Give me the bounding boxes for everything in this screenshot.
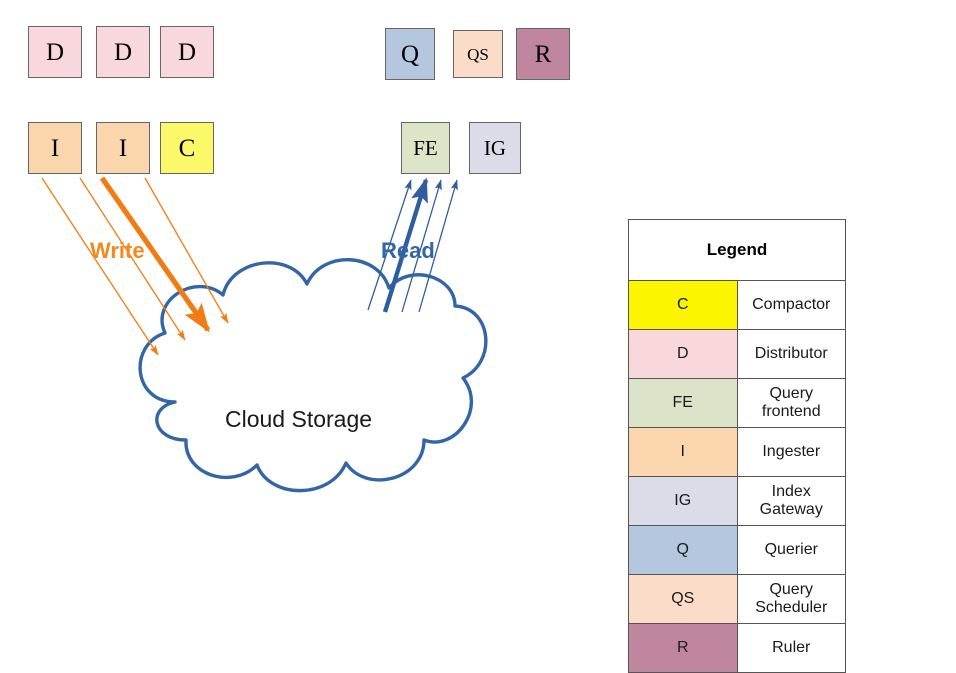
- legend-name: Distributor: [737, 329, 845, 379]
- node-querier[interactable]: Q: [385, 28, 435, 80]
- legend-row: C Compactor: [629, 280, 845, 330]
- node-d3[interactable]: D: [160, 26, 214, 78]
- legend-title: Legend: [629, 220, 845, 281]
- legend-key: R: [629, 623, 738, 672]
- node-label: D: [177, 38, 197, 66]
- node-label: I: [118, 134, 128, 162]
- legend-key: D: [629, 329, 738, 379]
- write-flow-label: Write: [90, 238, 145, 263]
- legend-row: FE Query frontend: [629, 378, 845, 428]
- node-label: D: [45, 38, 65, 66]
- node-ruler[interactable]: R: [516, 28, 570, 80]
- legend-key: Q: [629, 525, 738, 575]
- node-label: D: [113, 38, 133, 66]
- node-label: QS: [467, 44, 489, 64]
- node-label: FE: [413, 135, 438, 160]
- node-label: C: [178, 134, 196, 162]
- legend-row: QS Query Scheduler: [629, 574, 845, 624]
- legend-row: R Ruler: [629, 623, 845, 672]
- node-compactor[interactable]: C: [160, 122, 214, 174]
- legend-rows: C Compactor D Distributor FE Query front…: [629, 280, 845, 672]
- node-ingester-1[interactable]: I: [28, 122, 82, 174]
- cloud-storage-shape: [138, 258, 488, 493]
- node-query-scheduler[interactable]: QS: [453, 30, 503, 78]
- node-label: R: [534, 40, 552, 68]
- legend-row: D Distributor: [629, 329, 845, 379]
- node-index-gateway[interactable]: IG: [469, 122, 521, 174]
- legend-name: Compactor: [737, 280, 845, 330]
- legend-row: IG Index Gateway: [629, 476, 845, 526]
- cloud-storage-label: Cloud Storage: [225, 406, 373, 432]
- node-label: Q: [400, 40, 420, 68]
- legend-row: I Ingester: [629, 427, 845, 477]
- node-label: IG: [483, 135, 507, 160]
- node-query-frontend[interactable]: FE: [401, 122, 450, 174]
- node-ingester-2[interactable]: I: [96, 122, 150, 174]
- legend-name: Query Scheduler: [737, 574, 845, 624]
- node-label: I: [50, 134, 60, 162]
- legend-name: Ingester: [737, 427, 845, 477]
- legend: Legend C Compactor D Distributor FE Quer…: [628, 219, 846, 673]
- legend-name: Ruler: [737, 623, 845, 672]
- legend-key: FE: [629, 378, 738, 428]
- legend-name: Querier: [737, 525, 845, 575]
- legend-key: C: [629, 280, 738, 330]
- read-flow-label: Read: [381, 238, 435, 263]
- legend-name: Index Gateway: [737, 476, 845, 526]
- legend-key: I: [629, 427, 738, 477]
- node-d1[interactable]: D: [28, 26, 82, 78]
- node-d2[interactable]: D: [96, 26, 150, 78]
- legend-row: Q Querier: [629, 525, 845, 575]
- legend-name: Query frontend: [737, 378, 845, 428]
- legend-key: IG: [629, 476, 738, 526]
- legend-key: QS: [629, 574, 738, 624]
